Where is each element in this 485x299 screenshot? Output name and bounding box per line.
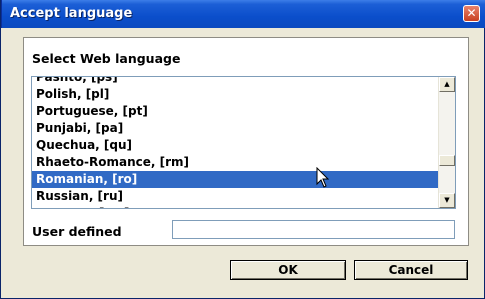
user-defined-label: User defined	[32, 224, 122, 239]
cancel-button[interactable]: Cancel	[354, 260, 468, 280]
triangle-up-icon: ▲	[444, 80, 450, 88]
language-listbox[interactable]: Pashto, [ps] Polish, [pl] Portuguese, [pt]…	[31, 76, 456, 209]
ok-button[interactable]: OK	[230, 260, 346, 280]
language-list-item[interactable]: Samoan, [sm]	[32, 205, 438, 208]
close-button[interactable]: ✕	[463, 5, 480, 22]
window-title: Accept language	[10, 6, 133, 21]
scroll-down-button[interactable]: ▼	[439, 193, 455, 208]
scroll-thumb[interactable]	[439, 155, 455, 166]
language-list-item[interactable]: Romanian, [ro]	[32, 171, 438, 188]
arrow-cursor-icon	[316, 167, 330, 188]
title-bar[interactable]: Accept language ✕	[1, 0, 485, 28]
scroll-up-button[interactable]: ▲	[439, 77, 455, 92]
language-list-item[interactable]: Punjabi, [pa]	[32, 120, 438, 137]
accept-language-dialog: Accept language ✕ Select Web language Pa…	[0, 0, 485, 299]
triangle-down-icon: ▼	[444, 196, 450, 204]
language-list-item[interactable]: Pashto, [ps]	[32, 77, 438, 86]
language-list-item[interactable]: Russian, [ru]	[32, 188, 438, 205]
close-icon: ✕	[466, 6, 477, 20]
language-list: Pashto, [ps] Polish, [pl] Portuguese, [pt]…	[32, 77, 438, 208]
language-list-item[interactable]: Rhaeto-Romance, [rm]	[32, 154, 438, 171]
language-list-item[interactable]: Portuguese, [pt]	[32, 103, 438, 120]
language-panel: Select Web language Pashto, [ps] Polish, …	[23, 37, 469, 246]
list-scrollbar[interactable]: ▲ ▼	[438, 77, 455, 208]
panel-heading: Select Web language	[32, 51, 181, 66]
language-list-item[interactable]: Polish, [pl]	[32, 86, 438, 103]
language-list-item[interactable]: Quechua, [qu]	[32, 137, 438, 154]
user-defined-input[interactable]	[172, 220, 455, 239]
